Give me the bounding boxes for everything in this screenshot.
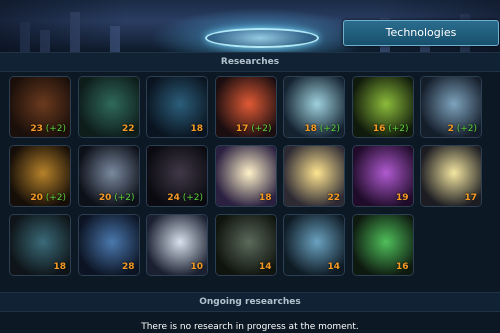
research-level: 14 <box>327 262 340 272</box>
research-level-value: 18 <box>53 262 66 272</box>
research-tile[interactable]: 14 <box>283 214 345 276</box>
research-level-value: 17 <box>464 193 477 203</box>
research-tile[interactable]: 22 <box>77 76 140 138</box>
research-tile[interactable]: 17 <box>420 145 482 207</box>
research-level: 23 (+2) <box>30 124 66 134</box>
research-level: 17 (+2) <box>236 124 272 134</box>
research-tile[interactable]: 20 (+2) <box>9 145 71 207</box>
research-tile[interactable]: 20 (+2) <box>77 145 140 207</box>
research-level-value: 18 <box>304 124 317 134</box>
research-level: 19 <box>396 193 409 203</box>
research-level: 14 <box>259 262 272 272</box>
research-tile[interactable]: 22 <box>283 145 345 207</box>
research-level-value: 22 <box>327 193 340 203</box>
research-level: 16 <box>396 262 409 272</box>
research-level: 18 <box>53 262 66 272</box>
research-level-value: 20 <box>30 193 43 203</box>
research-bonus: (+2) <box>179 193 203 203</box>
research-level: 20 (+2) <box>30 193 66 203</box>
research-level: 16 (+2) <box>373 124 409 134</box>
research-tile[interactable]: 14 <box>214 214 277 276</box>
research-level: 22 <box>327 193 340 203</box>
research-tile[interactable]: 16 (+2) <box>351 76 414 138</box>
research-level-value: 17 <box>235 124 249 134</box>
ongoing-researches-header: Ongoing researches <box>0 292 500 312</box>
research-level-value: 28 <box>121 262 135 272</box>
research-level-value: 16 <box>372 124 386 134</box>
research-bonus: (+2) <box>248 124 272 134</box>
research-level-value: 18 <box>258 193 272 203</box>
research-level-value: 14 <box>327 262 340 272</box>
research-level: 28 <box>122 262 135 272</box>
research-bonus: (+2) <box>42 193 66 203</box>
research-bonus: (+2) <box>385 124 409 134</box>
research-level-value: 20 <box>98 193 112 203</box>
research-tile[interactable]: 2 (+2) <box>420 76 482 138</box>
research-level: 18 (+2) <box>304 124 340 134</box>
research-tile[interactable]: 16 <box>351 214 414 276</box>
research-level: 20 (+2) <box>99 193 135 203</box>
research-tile[interactable]: 28 <box>77 214 140 276</box>
research-level-value: 19 <box>395 193 409 203</box>
research-level-value: 23 <box>30 124 43 134</box>
research-level: 22 <box>122 124 135 134</box>
research-bonus: (+2) <box>453 124 477 134</box>
research-tile[interactable]: 18 <box>146 76 208 138</box>
research-tile[interactable]: 23 (+2) <box>9 76 71 138</box>
research-level: 17 <box>464 193 477 203</box>
researches-header: Researches <box>0 52 500 72</box>
research-level: 24 (+2) <box>167 193 203 203</box>
research-tile[interactable]: 24 (+2) <box>146 145 208 207</box>
header-banner: Technologies <box>0 0 500 52</box>
research-tile[interactable]: 18 <box>9 214 71 276</box>
research-level-value: 14 <box>258 262 272 272</box>
research-level-value: 18 <box>190 124 203 134</box>
research-level: 2 (+2) <box>448 124 477 134</box>
research-level: 18 <box>190 124 203 134</box>
research-level-value: 16 <box>395 262 409 272</box>
research-level: 10 <box>190 262 203 272</box>
research-level-value: 10 <box>190 262 203 272</box>
research-tile[interactable]: 19 <box>351 145 414 207</box>
research-tile[interactable]: 10 <box>146 214 208 276</box>
research-level: 18 <box>259 193 272 203</box>
research-bonus: (+2) <box>316 124 340 134</box>
research-tile[interactable]: 18 <box>214 145 277 207</box>
no-research-message: There is no research in progress at the … <box>141 322 359 332</box>
research-tile[interactable]: 17 (+2) <box>214 76 277 138</box>
research-tile[interactable]: 18 (+2) <box>283 76 345 138</box>
research-level-value: 24 <box>167 193 180 203</box>
research-bonus: (+2) <box>42 124 66 134</box>
technologies-button[interactable]: Technologies <box>343 20 499 46</box>
research-level-value: 22 <box>121 124 135 134</box>
research-bonus: (+2) <box>111 193 135 203</box>
